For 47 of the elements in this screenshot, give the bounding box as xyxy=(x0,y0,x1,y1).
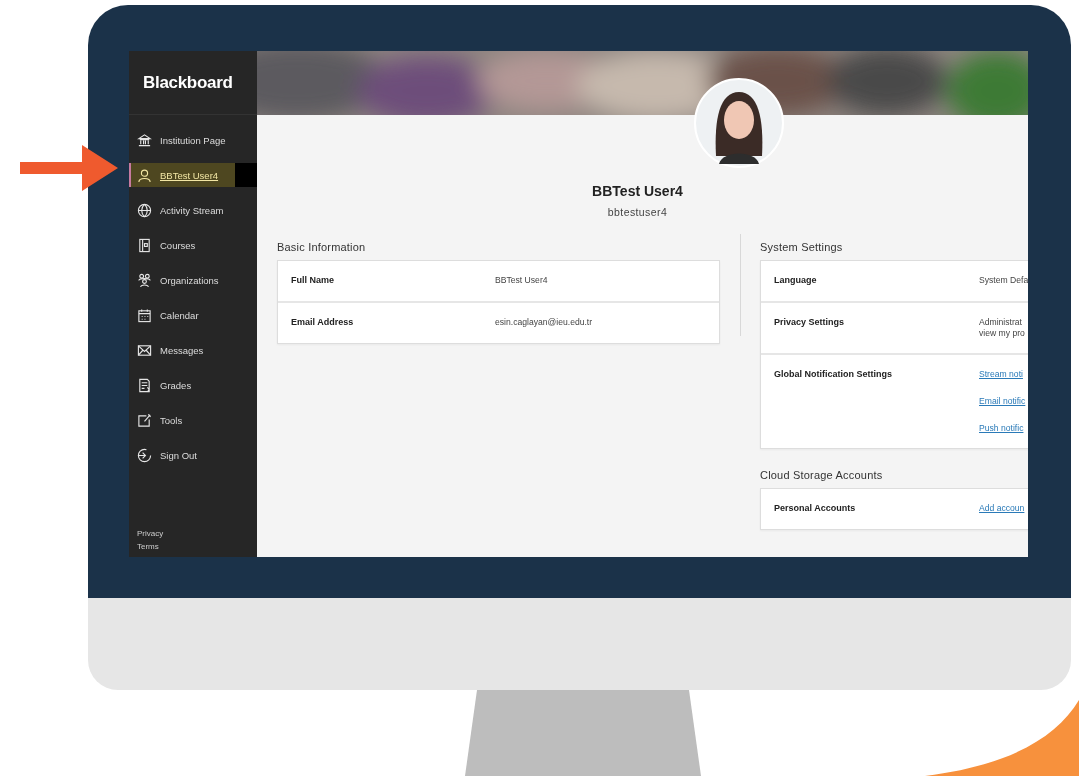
sidebar-item[interactable]: Calendar xyxy=(129,303,235,327)
settings-link[interactable]: Email notific xyxy=(979,396,1026,406)
people-icon xyxy=(137,272,152,288)
field-label: Language xyxy=(774,275,818,287)
field-label: Full Name xyxy=(291,275,335,287)
footer-link[interactable]: Privacy xyxy=(137,529,257,538)
logo-text: Blackboard xyxy=(143,72,233,93)
field-value: view my pro xyxy=(979,328,1026,339)
sidebar-item[interactable]: Courses xyxy=(129,233,235,257)
sidebar-item[interactable]: BBTest User4 xyxy=(129,163,235,187)
sign-out-icon xyxy=(137,447,152,463)
username: bbtestuser4 xyxy=(607,206,668,218)
arrow-icon xyxy=(20,145,120,191)
sidebar-item[interactable]: Tools xyxy=(129,408,235,432)
field-value: BBTest User4 xyxy=(495,275,549,286)
field-label: Privacy Settings xyxy=(774,317,846,329)
sidebar-item[interactable]: Activity Stream xyxy=(129,198,235,222)
sidebar-item[interactable]: Institution Page xyxy=(129,128,235,152)
sidebar-item[interactable]: Grades xyxy=(129,373,235,397)
avatar-icon xyxy=(694,78,784,168)
settings-link[interactable]: Add accoun xyxy=(979,503,1025,513)
settings-link[interactable]: Push notific xyxy=(979,423,1024,433)
field-value: esin.caglayan@ieu.edu.tr xyxy=(495,317,594,328)
sidebar-item[interactable]: Messages xyxy=(129,338,235,362)
monitor-stand-icon xyxy=(465,690,701,776)
section-heading: System Settings xyxy=(760,241,844,253)
field-value: System Defa xyxy=(979,275,1028,286)
field-label: Email Address xyxy=(291,317,355,329)
document-icon xyxy=(137,377,152,393)
person-icon xyxy=(137,167,152,183)
sidebar-item[interactable]: Organizations xyxy=(129,268,235,292)
section-heading: Cloud Storage Accounts xyxy=(760,469,884,481)
field-value: Administrat xyxy=(979,317,1023,328)
book-icon xyxy=(137,237,152,253)
settings-link[interactable]: Stream noti xyxy=(979,369,1023,379)
field-label: Personal Accounts xyxy=(774,503,857,515)
footer-link[interactable]: Terms xyxy=(137,542,257,551)
section-heading: Basic Information xyxy=(277,241,367,253)
field-label: Global Notification Settings xyxy=(774,369,893,381)
building-icon xyxy=(137,132,152,148)
globe-icon xyxy=(137,202,152,218)
corner-shape-icon xyxy=(925,700,1079,776)
edit-icon xyxy=(137,412,152,428)
sidebar-item[interactable]: Sign Out xyxy=(129,443,235,467)
envelope-icon xyxy=(137,342,152,358)
profile-name: BBTest User4 xyxy=(592,183,683,199)
calendar-icon xyxy=(137,307,152,323)
